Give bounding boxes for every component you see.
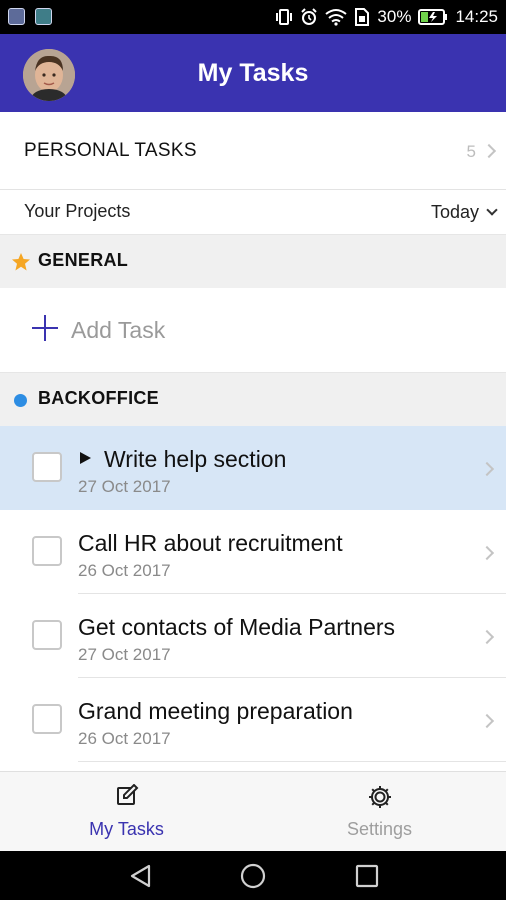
task-checkbox[interactable]	[32, 452, 62, 482]
task-date: 26 Oct 2017	[78, 561, 171, 580]
task-name: Get contacts of Media Partners	[78, 614, 396, 640]
star-icon	[12, 253, 30, 271]
wifi-icon	[325, 9, 348, 26]
personal-tasks-count: 5	[466, 142, 476, 161]
task-name: Write help section	[104, 446, 287, 472]
nav-label: Settings	[346, 819, 413, 839]
notification-app-icon	[8, 8, 25, 25]
task-name: Call HR about recruitment	[78, 530, 343, 556]
task-row[interactable]: Write help section 27 Oct 2017	[0, 426, 506, 510]
chevron-right-icon	[479, 545, 495, 561]
gear-icon	[368, 786, 391, 808]
system-nav-bar	[0, 851, 506, 900]
play-icon[interactable]	[80, 452, 91, 464]
edit-icon	[116, 784, 138, 805]
nav-settings[interactable]: Settings	[253, 772, 506, 852]
nav-my-tasks[interactable]: My Tasks	[0, 772, 253, 852]
date-filter-value: Today	[430, 201, 479, 222]
date-filter-dropdown[interactable]: Today	[430, 198, 498, 226]
task-row[interactable]: Get contacts of Media Partners 27 Oct 20…	[0, 594, 506, 678]
chevron-right-icon	[479, 713, 495, 729]
chevron-right-icon	[479, 461, 495, 477]
page-title: My Tasks	[197, 59, 309, 87]
section-header-general[interactable]: GENERAL	[0, 234, 506, 288]
task-date: 26 Oct 2017	[78, 729, 171, 748]
task-date: 27 Oct 2017	[78, 645, 171, 664]
chevron-right-icon	[479, 629, 495, 645]
clock: 14:25	[455, 7, 498, 26]
battery-icon	[418, 9, 448, 25]
add-task-button[interactable]: Add Task	[0, 288, 506, 372]
section-header-backoffice[interactable]: BACKOFFICE	[0, 372, 506, 426]
task-name: Grand meeting preparation	[78, 698, 353, 724]
section-title: BACKOFFICE	[38, 388, 159, 408]
projects-filter-row: Your Projects Today	[0, 190, 506, 234]
task-checkbox[interactable]	[32, 536, 62, 566]
personal-tasks-row[interactable]: PERSONAL TASKS 5	[0, 112, 506, 190]
battery-percent: 30%	[377, 7, 412, 26]
bottom-nav: My Tasks Settings	[0, 771, 506, 851]
add-task-label: Add Task	[71, 317, 166, 343]
row-divider	[78, 761, 506, 762]
task-row[interactable]: Grand meeting preparation 26 Oct 2017	[0, 678, 506, 762]
status-bar: 30% 14:25	[0, 0, 506, 34]
notification-gallery-icon	[35, 8, 52, 25]
app-header: My Tasks	[0, 34, 506, 112]
task-date: 27 Oct 2017	[78, 477, 171, 496]
chevron-down-icon	[486, 203, 498, 216]
home-icon[interactable]	[240, 863, 266, 889]
task-checkbox[interactable]	[32, 704, 62, 734]
plus-icon	[32, 315, 58, 341]
project-color-dot-icon	[14, 394, 27, 407]
personal-tasks-label: PERSONAL TASKS	[24, 140, 197, 161]
vibrate-icon	[276, 9, 293, 25]
section-title: GENERAL	[38, 250, 129, 270]
chevron-right-icon	[481, 143, 497, 159]
sim-icon	[355, 8, 370, 26]
recents-icon[interactable]	[354, 863, 380, 889]
task-checkbox[interactable]	[32, 620, 62, 650]
alarm-icon	[301, 8, 318, 25]
task-row[interactable]: Call HR about recruitment 26 Oct 2017	[0, 510, 506, 594]
nav-label: My Tasks	[89, 819, 164, 839]
your-projects-label: Your Projects	[24, 201, 131, 221]
back-icon[interactable]	[128, 863, 154, 889]
